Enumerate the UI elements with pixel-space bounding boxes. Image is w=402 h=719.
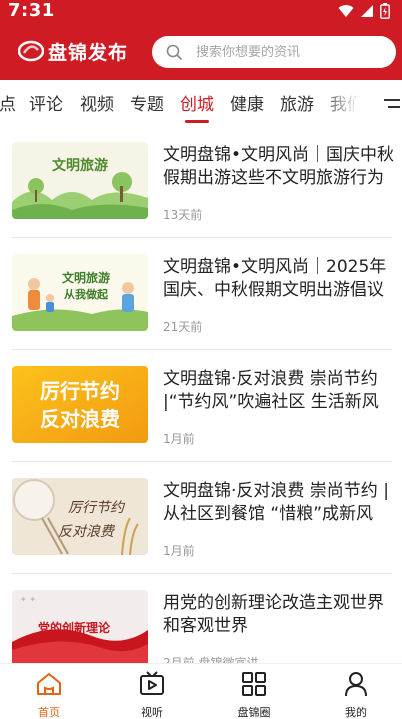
nav-home-label: 首页 <box>38 706 60 719</box>
search-bar[interactable] <box>152 36 396 68</box>
tab-topic[interactable]: 专题 <box>130 90 164 115</box>
active-tab-indicator <box>185 120 209 123</box>
category-tabs: 点 评论 视频 专题 创城 健康 旅游 我们 <box>0 80 402 126</box>
list-item[interactable]: 厉行节约 反对浪费 文明盘锦·反对浪费 崇尚节约 |“节约风”吹遍社区 生活新风… <box>12 350 392 462</box>
user-icon <box>345 672 367 697</box>
nav-circle-label: 盘锦圈 <box>237 706 271 719</box>
thumbnail-subtext: 从我做起 <box>64 287 109 301</box>
article-thumbnail: 文明旅游 <box>12 142 148 219</box>
article-meta: 13天前 <box>163 208 203 222</box>
status-time: 7:31 <box>8 0 55 21</box>
tab-menu-icon[interactable] <box>382 94 402 114</box>
home-icon <box>37 673 61 695</box>
thumbnail-text: 文明旅游 <box>52 157 108 174</box>
list-item[interactable]: 文明旅游 从我做起 文明盘锦•文明风尚｜2025年国庆、中秋假期文明出游倡议书 … <box>12 238 392 350</box>
wifi-icon <box>338 5 354 18</box>
nav-media-label: 视听 <box>141 706 163 719</box>
article-meta: 1月前 <box>163 432 195 446</box>
article-title[interactable]: 文明盘锦·反对浪费 崇尚节约 | 从社区到餐馆 “惜粮”成新风 <box>163 480 395 526</box>
article-meta: 2月前 盘锦微宣讲 <box>163 656 259 663</box>
article-thumbnail: ✦ ✦ 党的创新理论 <box>12 590 148 663</box>
article-meta: 1月前 <box>163 544 195 558</box>
nav-media[interactable]: 视听 <box>112 670 192 719</box>
list-item[interactable]: ✦ ✦ 党的创新理论 用党的创新理论改造主观世界和客观世界 2月前 盘锦微宣讲 <box>12 574 392 663</box>
app-logo[interactable]: 盘锦发布 <box>18 36 128 66</box>
tv-play-icon <box>140 671 164 695</box>
thumbnail-text: 党的创新理论 <box>38 620 111 635</box>
nav-home[interactable]: 首页 <box>9 670 89 719</box>
article-title[interactable]: 文明盘锦•文明风尚｜2025年国庆、中秋假期文明出游倡议书 <box>163 256 395 302</box>
status-icons <box>338 3 390 19</box>
tab-travel[interactable]: 旅游 <box>280 90 314 115</box>
article-title[interactable]: 用党的创新理论改造主观世界和客观世界 <box>163 592 395 638</box>
grid-icon <box>242 672 266 696</box>
article-title[interactable]: 文明盘锦•文明风尚｜国庆中秋假期出游这些不文明旅游行为 <box>163 144 395 190</box>
thumbnail-subtext: 反对浪费 <box>58 524 115 540</box>
battery-icon <box>380 3 390 19</box>
nav-circle[interactable]: 盘锦圈 <box>214 670 294 719</box>
thumbnail-text: 厉行节约 <box>40 379 120 403</box>
signal-icon <box>361 5 373 17</box>
tab-civilized-city[interactable]: 创城 <box>180 90 214 115</box>
logo-text: 盘锦发布 <box>48 41 129 64</box>
nav-profile-label: 我的 <box>345 706 367 719</box>
article-meta: 21天前 <box>163 320 203 334</box>
svg-text:✦ ✦: ✦ ✦ <box>20 595 36 604</box>
logo-swirl-icon <box>18 40 44 62</box>
tab-health[interactable]: 健康 <box>230 90 264 115</box>
list-item[interactable]: 厉行节约 反对浪费 文明盘锦·反对浪费 崇尚节约 | 从社区到餐馆 “惜粮”成新… <box>12 462 392 574</box>
thumbnail-text: 厉行节约 <box>68 500 126 516</box>
article-thumbnail: 厉行节约 反对浪费 <box>12 478 148 555</box>
article-thumbnail: 文明旅游 从我做起 <box>12 254 148 331</box>
tab-0[interactable]: 点 <box>0 90 16 115</box>
search-icon <box>166 44 182 60</box>
bottom-nav: 首页 视听 盘锦圈 我的 <box>0 663 402 719</box>
tab-comment[interactable]: 评论 <box>29 90 63 115</box>
thumbnail-subtext: 反对浪费 <box>40 407 120 431</box>
thumbnail-text: 文明旅游 <box>62 270 110 285</box>
article-thumbnail: 厉行节约 反对浪费 <box>12 366 148 443</box>
tab-fade <box>318 80 378 126</box>
article-list: 文明旅游 文明盘锦•文明风尚｜国庆中秋假期出游这些不文明旅游行为 13天前 文明… <box>0 126 402 663</box>
app-header: 7:31 盘锦发布 <box>0 0 402 80</box>
search-input[interactable] <box>196 44 366 60</box>
list-item[interactable]: 文明旅游 文明盘锦•文明风尚｜国庆中秋假期出游这些不文明旅游行为 13天前 <box>12 126 395 238</box>
status-bar: 7:31 <box>0 0 402 24</box>
tab-video[interactable]: 视频 <box>80 90 114 115</box>
article-title[interactable]: 文明盘锦·反对浪费 崇尚节约 |“节约风”吹遍社区 生活新风尚 <box>163 368 395 414</box>
nav-profile[interactable]: 我的 <box>316 670 396 719</box>
